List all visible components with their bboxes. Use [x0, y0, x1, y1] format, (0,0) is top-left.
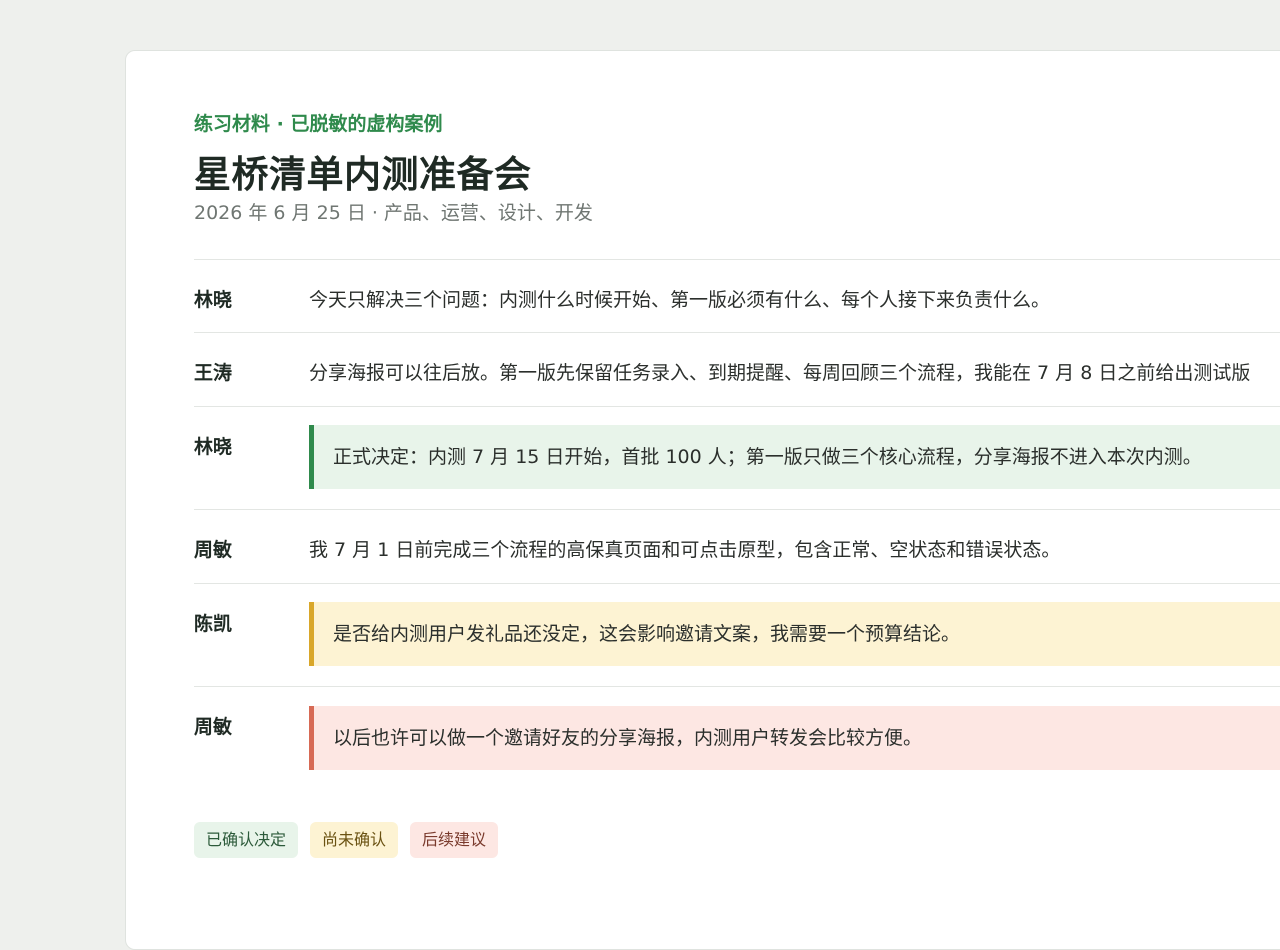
- legend: 已确认决定 尚未确认 后续建议: [194, 822, 499, 858]
- transcript-row: 陈凯 是否给内测用户发礼品还没定，这会影响邀请文案，我需要一个预算结论。: [194, 583, 1280, 687]
- meeting-meta: 2026 年 6 月 25 日 · 产品、运营、设计、开发: [194, 202, 593, 224]
- eyebrow-label: 练习材料 · 已脱敏的虚构案例: [194, 113, 443, 135]
- decision-callout: 正式决定：内测 7 月 15 日开始，首批 100 人；第一版只做三个核心流程，…: [309, 425, 1280, 489]
- transcript-row: 王涛 分享海报可以往后放。第一版先保留任务录入、到期提醒、每周回顾三个流程，我能…: [194, 332, 1280, 407]
- speaker-name: 周敏: [194, 539, 233, 561]
- statement-text: 我 7 月 1 日前完成三个流程的高保真页面和可点击原型，包含正常、空状态和错误…: [309, 539, 1061, 561]
- speaker-name: 林晓: [194, 436, 233, 458]
- transcript-row: 周敏 以后也许可以做一个邀请好友的分享海报，内测用户转发会比较方便。: [194, 686, 1280, 790]
- transcript-row: 林晓 今天只解决三个问题：内测什么时候开始、第一版必须有什么、每个人接下来负责什…: [194, 259, 1280, 333]
- page-title: 星桥清单内测准备会: [194, 153, 532, 196]
- legend-chip-pending: 尚未确认: [310, 822, 399, 858]
- suggestion-callout: 以后也许可以做一个邀请好友的分享海报，内测用户转发会比较方便。: [309, 706, 1280, 770]
- legend-chip-suggest: 后续建议: [410, 822, 499, 858]
- meeting-notes-card: 练习材料 · 已脱敏的虚构案例 星桥清单内测准备会 2026 年 6 月 25 …: [125, 50, 1280, 950]
- speaker-name: 周敏: [194, 716, 233, 738]
- transcript-row: 林晓 正式决定：内测 7 月 15 日开始，首批 100 人；第一版只做三个核心…: [194, 406, 1280, 510]
- transcript-row: 周敏 我 7 月 1 日前完成三个流程的高保真页面和可点击原型，包含正常、空状态…: [194, 509, 1280, 584]
- speaker-name: 林晓: [194, 289, 233, 311]
- speaker-name: 陈凯: [194, 613, 233, 635]
- statement-text: 今天只解决三个问题：内测什么时候开始、第一版必须有什么、每个人接下来负责什么。: [309, 289, 1051, 311]
- legend-chip-confirmed: 已确认决定: [194, 822, 299, 858]
- pending-callout: 是否给内测用户发礼品还没定，这会影响邀请文案，我需要一个预算结论。: [309, 602, 1280, 666]
- statement-text: 分享海报可以往后放。第一版先保留任务录入、到期提醒、每周回顾三个流程，我能在 7…: [309, 362, 1251, 384]
- speaker-name: 王涛: [194, 362, 233, 384]
